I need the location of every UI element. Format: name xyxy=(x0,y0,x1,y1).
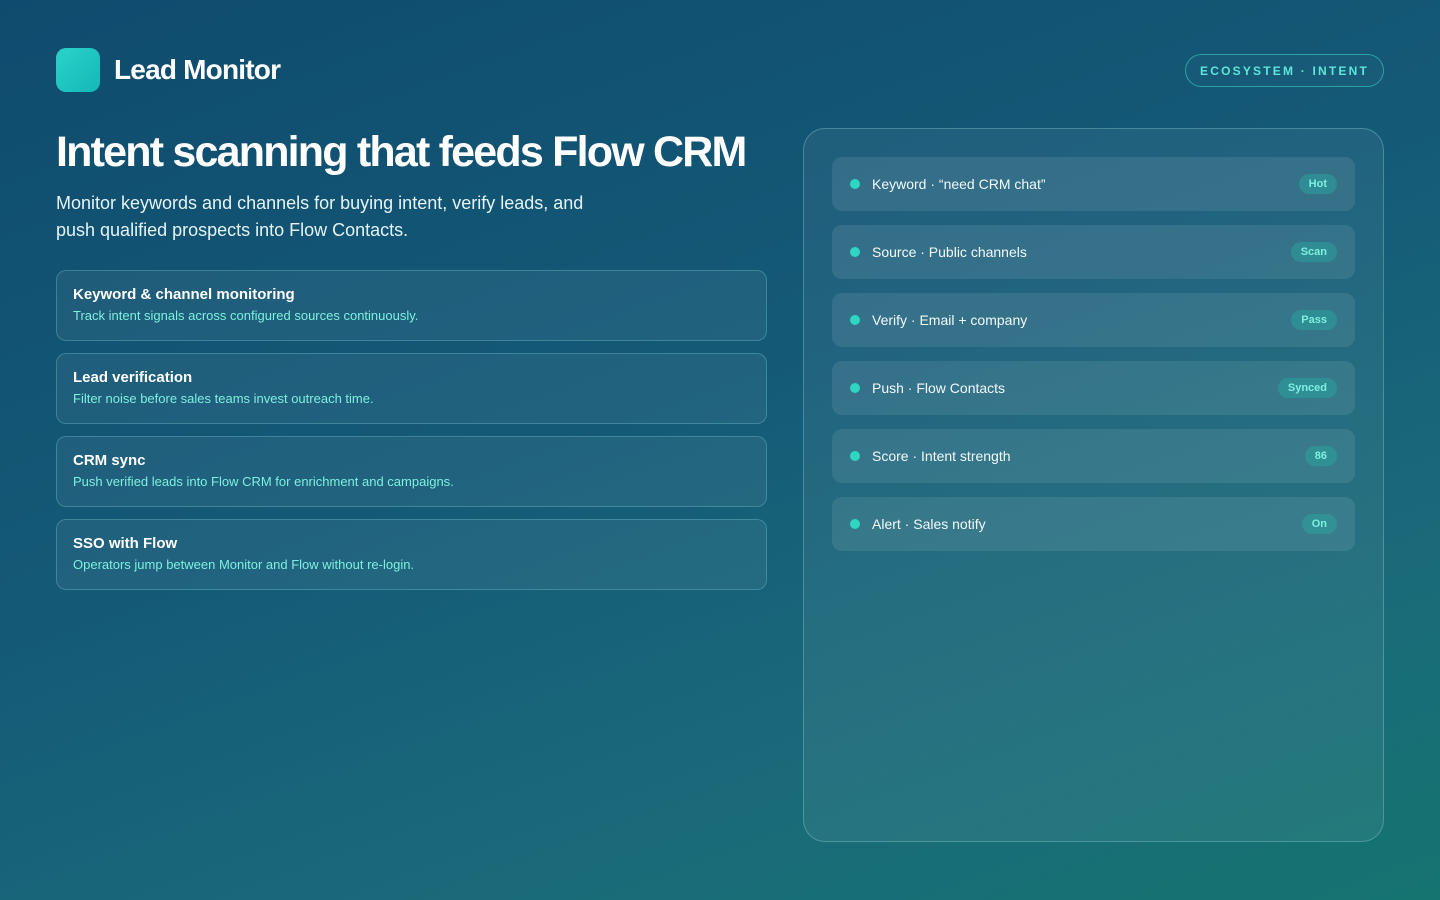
page-title: Intent scanning that feeds Flow CRM xyxy=(56,128,747,176)
pipeline-row-label: Alert · Sales notify xyxy=(872,516,986,532)
status-dot-icon xyxy=(850,519,860,529)
status-dot-icon xyxy=(850,383,860,393)
logo-mark-icon xyxy=(56,48,100,92)
feature-title: CRM sync xyxy=(73,452,146,469)
feature-description: Filter noise before sales teams invest o… xyxy=(73,391,374,406)
status-badge: 86 xyxy=(1304,446,1337,466)
status-dot-icon xyxy=(850,179,860,189)
ecosystem-tag: ECOSYSTEM · INTENT xyxy=(1185,54,1384,87)
status-dot-icon xyxy=(850,315,860,325)
feature-card-sso: SSO with Flow Operators jump between Mon… xyxy=(56,519,767,590)
feature-description: Track intent signals across configured s… xyxy=(73,308,419,323)
feature-title: SSO with Flow xyxy=(73,535,178,552)
feature-list: Keyword & channel monitoring Track inten… xyxy=(56,270,767,590)
app-header: Lead Monitor xyxy=(56,48,281,92)
pipeline-row-keyword: Keyword · “need CRM chat” Hot xyxy=(832,157,1355,211)
pipeline-row-label: Verify · Email + company xyxy=(872,312,1028,328)
status-badge: Pass xyxy=(1291,310,1337,330)
pipeline-panel: Keyword · “need CRM chat” Hot Source · P… xyxy=(803,128,1384,842)
feature-title: Lead verification xyxy=(73,369,193,386)
page-subtitle: Monitor keywords and channels for buying… xyxy=(56,193,584,240)
status-badge: Synced xyxy=(1277,378,1337,398)
pipeline-row-label: Keyword · “need CRM chat” xyxy=(872,176,1046,192)
brand-name: Lead Monitor xyxy=(114,54,281,85)
pipeline-row-alert: Alert · Sales notify On xyxy=(832,497,1355,551)
feature-card-crm-sync: CRM sync Push verified leads into Flow C… xyxy=(56,436,767,507)
feature-description: Push verified leads into Flow CRM for en… xyxy=(73,474,454,489)
pipeline-row-score: Score · Intent strength 86 xyxy=(832,429,1355,483)
pipeline-row-push: Push · Flow Contacts Synced xyxy=(832,361,1355,415)
feature-description: Operators jump between Monitor and Flow … xyxy=(73,557,415,572)
pipeline-row-label: Source · Public channels xyxy=(872,244,1027,260)
pipeline-row-source: Source · Public channels Scan xyxy=(832,225,1355,279)
pipeline-row-label: Score · Intent strength xyxy=(872,448,1011,464)
pipeline-row-label: Push · Flow Contacts xyxy=(872,380,1006,396)
feature-card-keyword-monitoring: Keyword & channel monitoring Track inten… xyxy=(56,270,767,341)
feature-card-lead-verification: Lead verification Filter noise before sa… xyxy=(56,353,767,424)
status-badge: Scan xyxy=(1290,242,1337,262)
status-badge: On xyxy=(1301,514,1337,534)
pipeline-row-verify: Verify · Email + company Pass xyxy=(832,293,1355,347)
status-dot-icon xyxy=(850,451,860,461)
status-badge: Hot xyxy=(1298,174,1337,194)
status-dot-icon xyxy=(850,247,860,257)
feature-title: Keyword & channel monitoring xyxy=(73,286,295,303)
